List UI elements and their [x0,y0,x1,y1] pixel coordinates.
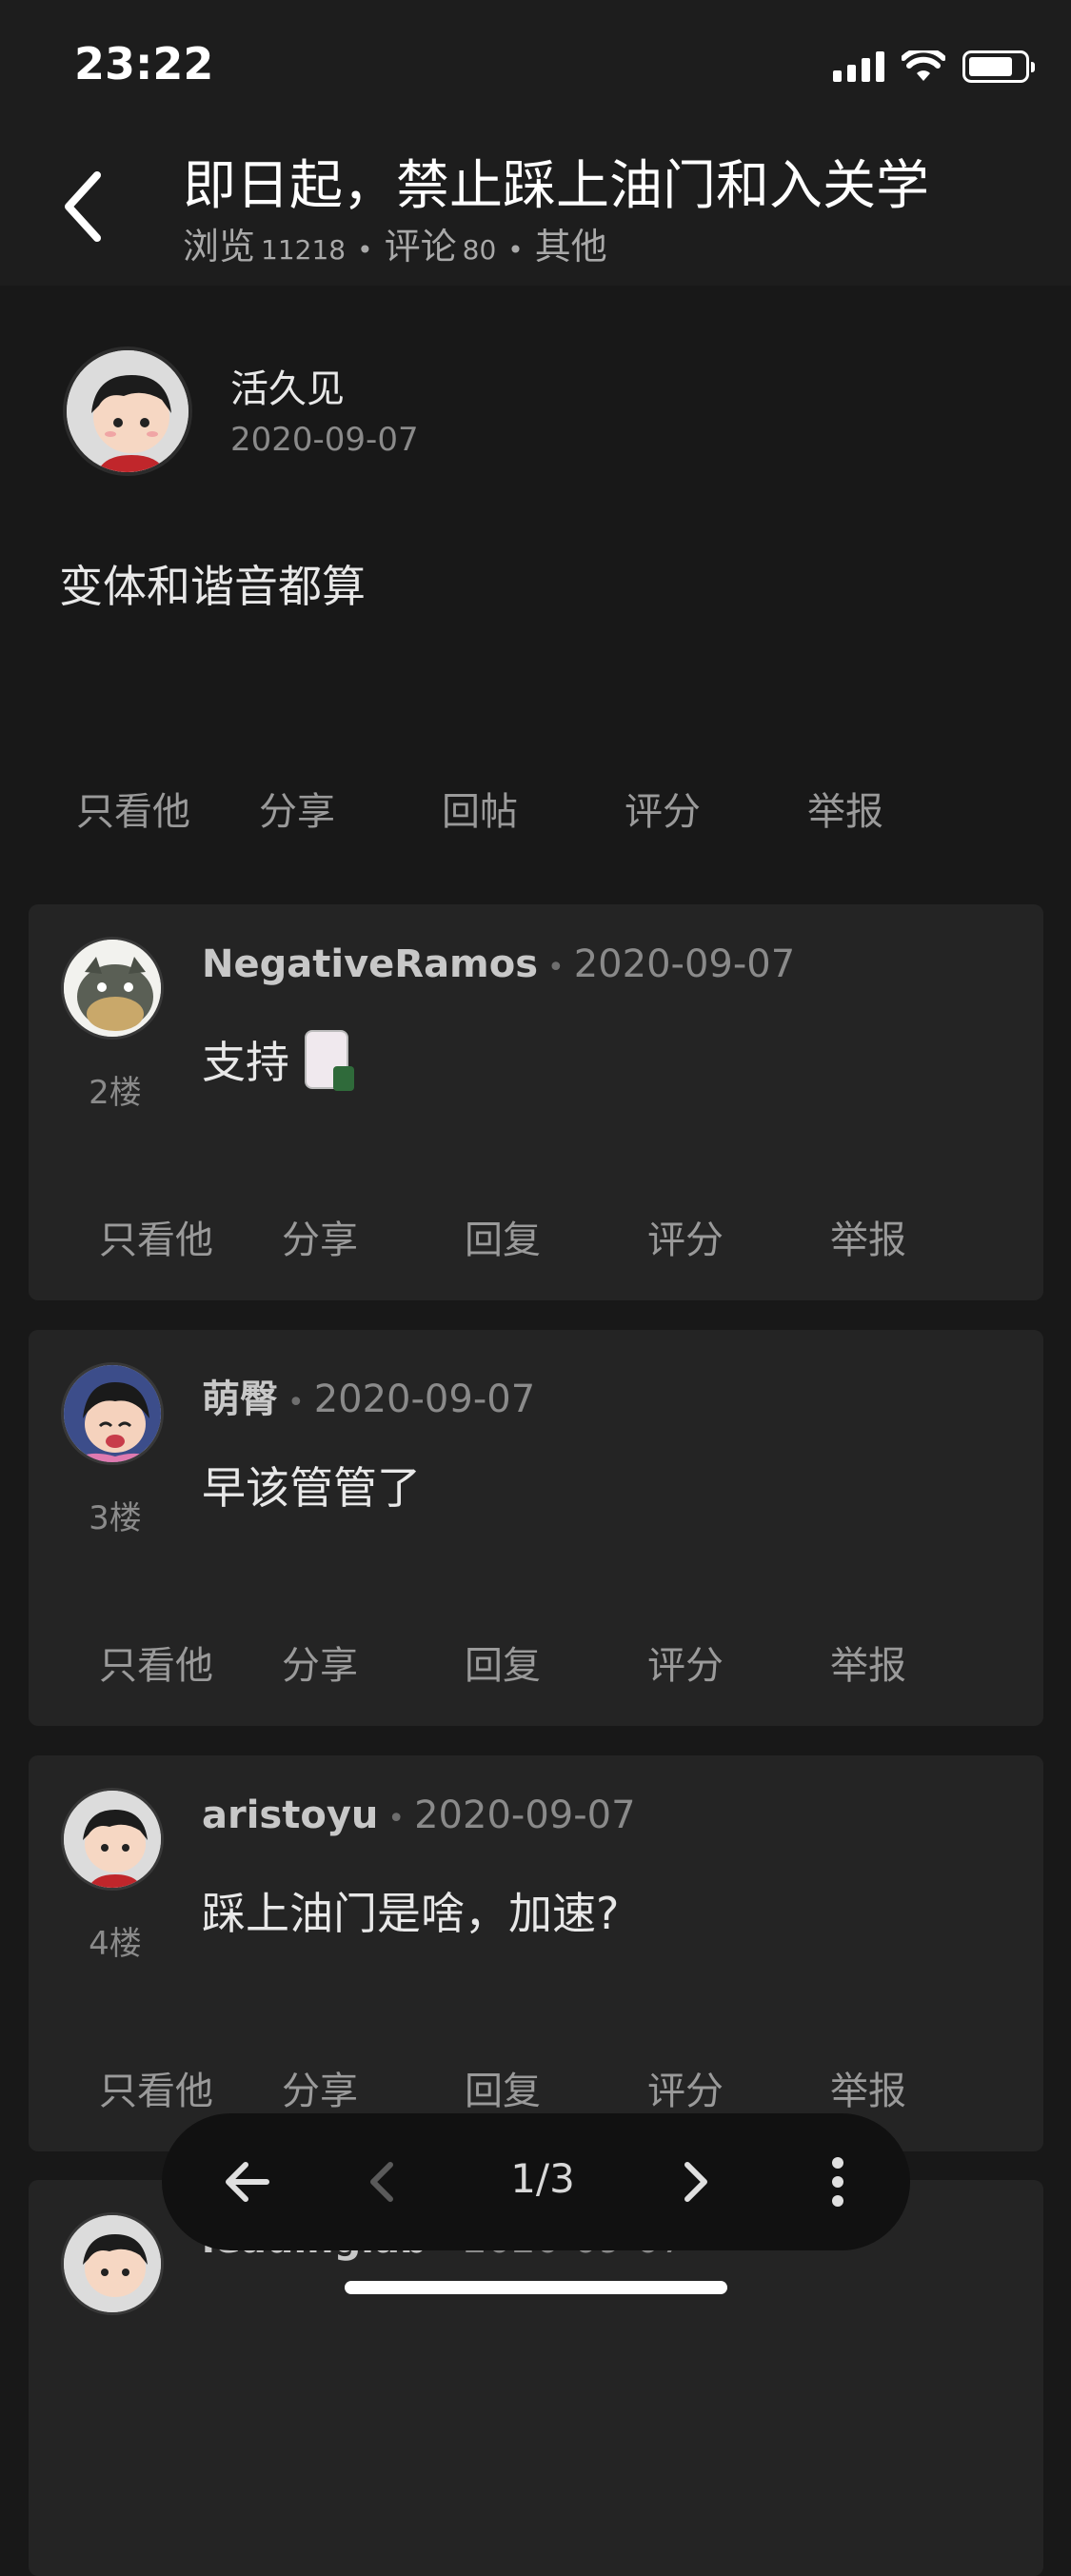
only-this-author-button[interactable]: 只看他 [99,2060,282,2115]
share-button[interactable]: 分享 [282,2060,465,2115]
reply-button[interactable]: 回复 [465,1209,647,1264]
reply-text: 早该管管了 [202,1462,421,1514]
report-button[interactable]: 举报 [830,1209,1013,1264]
views-count: 11218 [261,234,347,266]
next-page-button[interactable] [649,2113,744,2250]
avatar[interactable] [63,347,192,476]
arrow-left-icon [226,2162,269,2202]
separator-dot: • [547,951,565,984]
separator-dot: • [288,1386,305,1419]
chevron-left-icon [65,171,101,242]
avatar[interactable] [61,937,164,1040]
rate-button[interactable]: 评分 [647,2060,830,2115]
cellular-signal-icon [833,51,884,82]
report-button[interactable]: 举报 [830,2060,1013,2115]
more-vertical-icon [832,2157,843,2207]
home-indicator[interactable] [345,2281,727,2294]
post-actions: 只看他 分享 回帖 评分 举报 [76,781,990,836]
separator-dot: • [507,234,524,266]
reply-date: 2020-09-07 [573,942,796,986]
reply-actions: 只看他 分享 回复 评分 举报 [99,2060,1013,2115]
floor-number: 3楼 [89,1499,142,1537]
reply-text: 踩上油门是啥，加速? [202,1888,620,1939]
author-name[interactable]: NegativeRamos [202,942,538,986]
reply-actions: 只看他 分享 回复 评分 举报 [99,1635,1013,1690]
floor-number: 4楼 [89,1925,142,1963]
prev-page-button[interactable] [333,2113,428,2250]
views-label: 浏览 [183,226,256,268]
cartoon-avatar-icon [64,1791,161,1888]
author-name[interactable]: 萌臀 [202,1377,278,1421]
reply-button[interactable]: 回复 [465,1635,647,1690]
share-button[interactable]: 分享 [259,781,442,836]
status-icons [833,48,1035,86]
creature-avatar-icon [64,940,161,1037]
more-button[interactable] [790,2113,885,2250]
category-label[interactable]: 其他 [535,217,607,269]
back-button[interactable] [55,164,131,249]
post-date: 2020-09-07 [230,421,419,459]
cartoon-avatar-icon [64,2215,161,2312]
page-title: 即日起，禁止踩上油门和入关学 [183,155,929,217]
chevron-right-icon [684,2162,707,2202]
report-button[interactable]: 举报 [807,781,990,836]
author-name[interactable]: aristoyu [202,1793,378,1837]
reply-card: 4楼 aristoyu • 2020-09-07 踩上油门是啥，加速? 只看他 分享… [29,1755,1043,2151]
post-body: 变体和谐音都算 [59,561,366,612]
reply-header: aristoyu • 2020-09-07 [202,1793,636,1837]
reply-date: 2020-09-07 [313,1377,536,1421]
share-button[interactable]: 分享 [282,1635,465,1690]
comments-count: 80 [462,234,497,266]
avatar[interactable] [61,1788,164,1891]
sticker-emoji-icon [305,1030,354,1091]
reply-actions: 只看他 分享 回复 评分 举报 [99,1209,1013,1264]
rate-button[interactable]: 评分 [647,1635,830,1690]
reply-card: 2楼 NegativeRamos • 2020-09-07 支持 只看他 分享 回复… [29,904,1043,1300]
avatar[interactable] [61,1362,164,1465]
only-this-author-button[interactable]: 只看他 [99,1635,282,1690]
reply-header: 萌臀 • 2020-09-07 [202,1368,535,1423]
reply-header: NegativeRamos • 2020-09-07 [202,942,795,986]
reply-body: 支持 [202,1028,354,1091]
rate-button[interactable]: 评分 [647,1209,830,1264]
separator-dot: • [387,1802,406,1835]
share-button[interactable]: 分享 [282,1209,465,1264]
report-button[interactable]: 举报 [830,1635,1013,1690]
cartoon-avatar-icon [67,350,188,472]
first-page-button[interactable] [200,2113,295,2250]
reply-text: 支持 [202,1037,289,1088]
reply-date: 2020-09-07 [414,1793,636,1837]
anime-avatar-icon [64,1365,161,1462]
only-this-author-button[interactable]: 只看他 [99,1209,282,1264]
comments-label: 评论 [384,226,457,268]
status-bar: 23:22 [0,0,1071,126]
page-navigator: 1/3 [162,2113,910,2250]
thread-meta: 浏览 11218 • 评论 80 • 其他 [183,217,607,269]
separator-dot: • [357,234,373,266]
page-indicator[interactable]: 1/3 [466,2155,619,2202]
wifi-icon [902,50,945,81]
rate-button[interactable]: 评分 [625,781,807,836]
reply-card: 3楼 萌臀 • 2020-09-07 早该管管了 只看他 分享 回复 评分 举报 [29,1330,1043,1726]
avatar[interactable] [61,2212,164,2315]
reply-button[interactable]: 回复 [465,2060,647,2115]
reply-button[interactable]: 回帖 [442,781,625,836]
status-time: 23:22 [74,38,214,89]
only-this-author-button[interactable]: 只看他 [76,781,259,836]
reply-body: 早该管管了 [202,1454,421,1516]
reply-body: 踩上油门是啥，加速? [202,1879,619,1942]
chevron-left-icon [370,2162,393,2202]
floor-number: 2楼 [89,1074,142,1112]
nav-header: 即日起，禁止踩上油门和入关学 浏览 11218 • 评论 80 • 其他 [0,126,1071,286]
battery-icon [962,50,1035,83]
author-name[interactable]: 活久见 [230,358,345,413]
